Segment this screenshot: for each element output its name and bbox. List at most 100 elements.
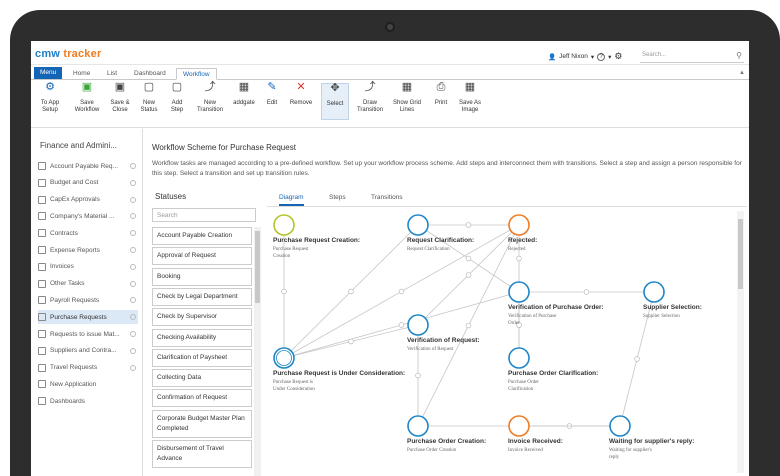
settings-dot-icon[interactable] <box>130 314 136 321</box>
status-item[interactable]: Disbursement of Travel Advance <box>152 440 252 468</box>
transition-gate[interactable] <box>398 288 405 295</box>
select-button[interactable]: ✥ Select <box>321 83 349 120</box>
save-as-image-button[interactable]: ▦ Save As Image <box>456 82 484 114</box>
settings-dot-icon[interactable] <box>130 263 136 270</box>
settings-dot-icon[interactable] <box>130 196 136 203</box>
sidebar-item[interactable]: New Application <box>38 377 138 391</box>
workflow-step-node[interactable] <box>273 347 295 369</box>
workflow-step-node[interactable] <box>508 214 530 236</box>
help-icon[interactable]: ? <box>597 52 606 61</box>
sidebar-item[interactable]: Travel Requests <box>38 361 138 375</box>
sidebar-item[interactable]: Other Tasks <box>38 277 138 291</box>
sidebar-item[interactable]: CapEx Approvals <box>38 193 138 207</box>
tab-home[interactable]: Home <box>67 68 96 80</box>
transition-gate[interactable] <box>516 255 522 262</box>
transition-gate[interactable] <box>465 255 472 262</box>
tab-list[interactable]: List <box>101 68 123 80</box>
remove-button[interactable]: ✕ Remove <box>288 82 314 107</box>
draw-transition-button[interactable]: ⤴ Draw Transition <box>354 82 386 114</box>
user-menu[interactable]: 👤 Jeff Nixon ▾ ? ▾ ⚙ <box>548 51 623 62</box>
transition-gate[interactable] <box>465 222 472 228</box>
tab-diagram[interactable]: Diagram <box>279 193 304 206</box>
workflow-step-node[interactable] <box>508 415 530 437</box>
tab-workflow[interactable]: Workflow <box>176 68 217 80</box>
workflow-canvas[interactable]: Purchase Request Creation: Purchase Reque… <box>267 208 749 476</box>
show-grid-lines-button[interactable]: ▦ Show Grid Lines <box>391 82 423 114</box>
status-item[interactable]: Booking <box>152 267 252 286</box>
workflow-step-node[interactable] <box>508 347 530 369</box>
to-app-setup-button[interactable]: ⚙ To App Setup <box>35 82 65 114</box>
transition-gate[interactable] <box>415 372 421 379</box>
workflow-step-node[interactable] <box>407 314 429 336</box>
status-item[interactable]: Approval of Request <box>152 247 252 266</box>
settings-dot-icon[interactable] <box>130 331 136 337</box>
transition-gate[interactable] <box>583 289 590 295</box>
save-close-button[interactable]: ▣ Save & Close <box>107 82 133 114</box>
new-status-button[interactable]: ▢ New Status <box>137 82 161 114</box>
workflow-step-node[interactable] <box>643 281 665 303</box>
transition-gate[interactable] <box>281 288 287 295</box>
statuses-search-input[interactable]: Search <box>152 208 256 222</box>
sidebar-item[interactable]: Company's Material ... <box>38 209 138 223</box>
workflow-step-node[interactable] <box>508 281 530 303</box>
add-step-button[interactable]: ▢ Add Step <box>167 82 187 114</box>
status-item[interactable]: Check by Legal Department <box>152 287 252 306</box>
scroll-thumb[interactable] <box>738 219 743 289</box>
settings-dot-icon[interactable] <box>130 213 136 220</box>
status-item[interactable]: Checking Availability <box>152 328 252 347</box>
tab-menu[interactable]: Menu <box>34 67 63 79</box>
sidebar-item[interactable]: Requests to issue Mat... <box>38 327 138 341</box>
status-item[interactable]: Corporate Budget Master Plan Completed <box>152 409 252 438</box>
camera-dot <box>385 22 395 32</box>
global-search-input[interactable]: Search... ⚲ <box>640 49 744 63</box>
search-icon[interactable]: ⚲ <box>736 51 742 60</box>
transition-gate[interactable] <box>634 356 640 362</box>
sidebar-item[interactable]: Dashboards <box>38 394 138 408</box>
transition-gate[interactable] <box>465 272 472 278</box>
canvas-scrollbar[interactable] <box>737 211 744 473</box>
settings-dot-icon[interactable] <box>130 179 136 186</box>
sidebar-item[interactable]: Payroll Requests <box>38 293 138 307</box>
edit-button[interactable]: ✎ Edit <box>264 82 280 107</box>
save-workflow-button[interactable]: ▣ Save Workflow <box>71 82 103 114</box>
sidebar-title[interactable]: Finance and Admini... <box>40 141 117 150</box>
settings-dot-icon[interactable] <box>130 230 136 237</box>
scroll-thumb[interactable] <box>255 231 260 303</box>
settings-dot-icon[interactable] <box>130 280 136 287</box>
status-item[interactable]: Clarification of Paysheet <box>152 348 252 367</box>
gear-icon[interactable]: ⚙ <box>614 51 622 62</box>
status-item[interactable]: Check by Supervisor <box>152 308 252 327</box>
collapse-ribbon-icon[interactable]: ▲ <box>739 70 745 76</box>
new-transition-button[interactable]: ⤴ New Transition <box>194 82 226 114</box>
sidebar-item[interactable]: Suppliers and Contra... <box>38 344 138 358</box>
tab-dashboard[interactable]: Dashboard <box>128 68 172 80</box>
addgate-button[interactable]: ▦ addgate <box>231 82 257 107</box>
status-item[interactable]: Account Payable Creation <box>152 227 252 245</box>
workflow-step-node[interactable] <box>407 214 429 236</box>
transition-gate[interactable] <box>348 288 354 295</box>
transition-gate[interactable] <box>398 322 405 328</box>
sidebar-item[interactable]: Account Payable Req... <box>38 159 138 173</box>
tab-steps[interactable]: Steps <box>329 193 346 202</box>
settings-dot-icon[interactable] <box>130 247 136 253</box>
status-item[interactable]: Collecting Data <box>152 369 252 388</box>
tab-transitions[interactable]: Transitions <box>371 193 403 202</box>
transition-gate[interactable] <box>465 322 472 329</box>
statuses-scrollbar[interactable] <box>254 227 261 476</box>
workflow-step-node[interactable] <box>407 415 429 437</box>
node-title: Purchase Request is Under Consideration: <box>273 370 406 377</box>
sidebar-item[interactable]: Expense Reports <box>38 243 138 257</box>
settings-dot-icon[interactable] <box>130 297 136 304</box>
print-button[interactable]: ⎙ Print <box>431 82 451 107</box>
sidebar-item[interactable]: Budget and Cost <box>38 176 138 190</box>
workflow-step-node[interactable] <box>609 415 631 437</box>
sidebar-item[interactable]: Contracts <box>38 226 138 240</box>
settings-dot-icon[interactable] <box>130 364 136 371</box>
sidebar-item[interactable]: Purchase Requests <box>38 310 138 325</box>
workflow-step-node[interactable] <box>273 214 295 236</box>
app-logo[interactable]: cmw tracker <box>35 48 101 60</box>
sidebar-item[interactable]: Invoices <box>38 260 138 274</box>
settings-dot-icon[interactable] <box>130 163 136 169</box>
status-item[interactable]: Confirmation of Request <box>152 389 252 408</box>
settings-dot-icon[interactable] <box>130 347 136 354</box>
